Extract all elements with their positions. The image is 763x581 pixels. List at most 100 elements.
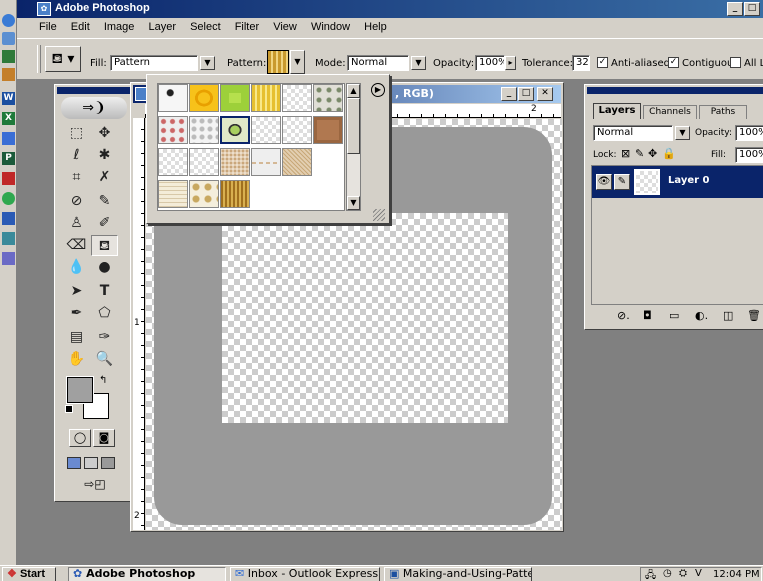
menu-file[interactable]: File [39,21,57,33]
screen-mode-full[interactable] [101,457,115,469]
lock-transparency-icon[interactable]: ⊠ [621,147,630,160]
pattern-green-square[interactable] [220,84,250,112]
swap-colors-icon[interactable]: ↰ [99,375,107,386]
pattern-blue-frame-square[interactable] [220,116,250,144]
mode-select[interactable]: Normal [347,55,409,71]
marquee-tool[interactable]: ⬚ [63,123,90,144]
lock-all-icon[interactable]: 🔒 [662,147,676,160]
magic-wand-tool[interactable]: ✱ [91,145,118,166]
pattern-scrollbar[interactable]: ▲ ▼ [346,83,361,211]
crop-tool[interactable]: ⌗ [63,167,90,188]
photoshop-icon[interactable] [2,212,15,225]
menu-filter[interactable]: Filter [235,21,259,33]
type-tool[interactable]: T [91,281,118,302]
tray-volume-icon[interactable]: V [695,568,702,579]
pattern-transparent-1[interactable] [251,116,281,144]
book-icon[interactable] [2,232,15,245]
lock-position-icon[interactable]: ✥ [648,147,657,160]
pattern-yellow-square[interactable] [189,84,219,112]
add-mask-icon[interactable]: ◘ [643,309,652,322]
pattern-brown-fabric[interactable] [313,116,343,144]
minimize-button[interactable]: _ [727,2,743,16]
anti-aliased-checkbox[interactable]: ✓ [597,57,608,68]
pattern-floral-dots[interactable] [313,84,343,112]
menu-window[interactable]: Window [311,21,350,33]
tab-layers[interactable]: Layers [593,103,641,119]
pattern-tan-dots[interactable] [220,148,250,176]
pattern-cream-grid[interactable] [158,180,188,208]
menu-image[interactable]: Image [104,21,135,33]
pattern-floral-grid[interactable] [189,116,219,144]
tray-clock-icon[interactable]: ◷ [663,568,672,579]
pen-tool[interactable]: ✒ [63,303,90,324]
scroll-thumb[interactable] [347,98,360,154]
options-grip[interactable] [37,45,41,73]
pattern-cream-swirl[interactable] [189,180,219,208]
acrobat-icon[interactable] [2,172,15,185]
resize-grip-icon[interactable] [373,209,385,221]
pattern-dropdown-button[interactable]: ▼ [290,50,305,74]
jump-to-imageready-button[interactable]: ⇨◰ [77,477,113,495]
lasso-tool[interactable]: ℓ [63,145,90,166]
layer-style-icon[interactable]: ⊘. [617,309,630,322]
lock-image-icon[interactable]: ✎ [635,147,644,160]
layer-row[interactable]: 👁 ✎ Layer 0 [592,166,763,198]
mode-dropdown-button[interactable]: ▼ [411,56,426,70]
zoom-tool[interactable]: 🔍 [91,349,118,370]
pattern-transparent-2[interactable] [282,116,312,144]
app-icon-5[interactable] [2,252,15,265]
tolerance-field[interactable]: 32 [572,55,590,71]
slice-tool[interactable]: ✗ [91,167,118,188]
pattern-tan-texture[interactable] [282,148,312,176]
layer-blend-mode-dropdown[interactable]: ▼ [675,126,690,140]
opacity-field[interactable]: 100% [475,55,505,71]
doc-close-button[interactable]: ✕ [537,87,553,101]
tab-paths[interactable]: Paths [699,105,747,119]
pattern-vertical-stripes[interactable] [251,84,281,112]
brush-tool[interactable]: ✎ [91,191,118,212]
eye-icon[interactable]: 👁 [596,174,612,190]
layer-opacity-field[interactable]: 100% [735,125,763,141]
menu-layer[interactable]: Layer [148,21,176,33]
standard-mode-button[interactable]: ◯ [69,429,91,447]
tab-channels[interactable]: Channels [643,105,697,119]
word-icon[interactable]: W [2,92,15,105]
outlook-icon[interactable] [2,32,15,45]
layer-name[interactable]: Layer 0 [668,175,709,186]
tray-app-icon[interactable]: ⛭ [679,568,687,579]
start-button[interactable]: ❖ Start [2,567,56,581]
pattern-bubbles[interactable] [158,84,188,112]
pattern-transparent-3[interactable] [158,148,188,176]
pattern-wood-stripes[interactable] [220,180,250,208]
app-icon-4[interactable] [2,192,15,205]
pattern-tan-dashes[interactable] [251,148,281,176]
clone-stamp-tool[interactable]: ♙ [63,213,90,234]
pattern-floral-pink[interactable] [158,116,188,144]
tray-network-icon[interactable]: 🖧 [645,568,656,581]
new-set-icon[interactable]: ▭ [669,309,679,322]
healing-brush-tool[interactable]: ⊘ [63,191,90,212]
move-tool[interactable]: ✥ [91,123,118,144]
taskbar-outlook[interactable]: ✉ Inbox - Outlook Express ... [230,567,380,581]
opacity-slider-button[interactable]: ▸ [505,56,516,70]
excel-icon[interactable]: X [2,112,15,125]
notes-tool[interactable]: ▤ [63,327,90,348]
brush-link-icon[interactable]: ✎ [614,174,630,190]
layer-blend-mode-select[interactable]: Normal [593,125,673,141]
scroll-up-button[interactable]: ▲ [347,84,360,98]
new-layer-icon[interactable]: ◫ [723,309,733,322]
publisher-icon[interactable]: P [2,152,15,165]
app-icon-1[interactable] [2,50,15,63]
screen-mode-full-menu[interactable] [84,457,98,469]
shape-tool[interactable]: ⬠ [91,303,118,324]
delete-layer-icon[interactable]: 🗑 [747,309,761,322]
dodge-tool[interactable]: ● [91,257,118,278]
ie-icon[interactable] [2,14,15,27]
history-brush-tool[interactable]: ✐ [91,213,118,234]
adobe-online-logo[interactable]: ⇒❩ [61,97,127,119]
screen-mode-standard[interactable] [67,457,81,469]
adjustment-layer-icon[interactable]: ◐. [695,309,708,322]
menu-view[interactable]: View [273,21,297,33]
blur-tool[interactable]: 💧 [63,257,90,278]
default-colors-icon[interactable] [65,405,73,413]
